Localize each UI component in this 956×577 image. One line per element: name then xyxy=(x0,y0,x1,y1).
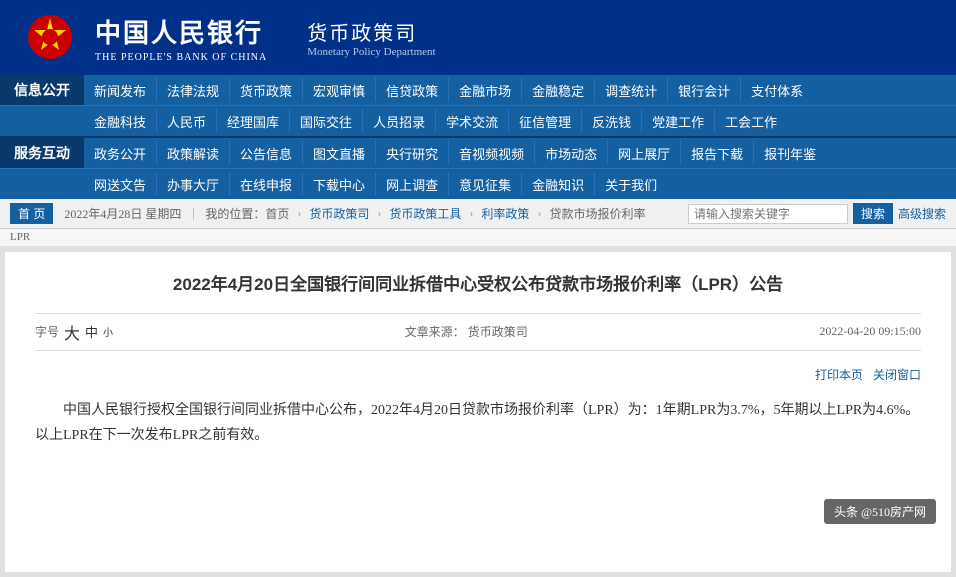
main-content: 2022年4月20日全国银行间同业拆借中心受权公布贷款市场报价利率（LPR）公告… xyxy=(5,252,951,572)
font-label: 字号 xyxy=(35,323,59,340)
nav-online-survey[interactable]: 网上调查 xyxy=(376,169,448,199)
nav-service-hall[interactable]: 办事大厅 xyxy=(157,169,229,199)
nav-fintech[interactable]: 金融科技 xyxy=(84,106,156,136)
nav-download-center[interactable]: 下载中心 xyxy=(303,169,375,199)
nav-fin-knowledge[interactable]: 金融知识 xyxy=(522,169,594,199)
nav-yearbook[interactable]: 报刊年鉴 xyxy=(754,138,826,168)
nav-credit-mgmt[interactable]: 征信管理 xyxy=(509,106,581,136)
nav-send-notice[interactable]: 网送文告 xyxy=(84,169,156,199)
source-label: 文章来源： xyxy=(405,325,465,339)
font-medium-btn[interactable]: 中 xyxy=(85,322,98,341)
lpr-label: LPR xyxy=(10,231,30,243)
nav-gov-open[interactable]: 政务公开 xyxy=(84,138,156,168)
pboc-emblem xyxy=(20,10,80,65)
nav-feedback[interactable]: 意见征集 xyxy=(449,169,521,199)
breadcrumb-left: 首 页 2022年4月28日 星期四 ｜ 我的位置：首页 › 货币政策司 › 货… xyxy=(10,203,645,224)
nav-online-hall[interactable]: 网上展厅 xyxy=(608,138,680,168)
article-title: 2022年4月20日全国银行间同业拆借中心受权公布贷款市场报价利率（LPR）公告 xyxy=(35,272,921,298)
nav-info-label: 信息公开 xyxy=(0,75,84,105)
search-input[interactable] xyxy=(688,204,848,224)
article-source: 文章来源： 货币政策司 xyxy=(405,323,528,340)
watermark: 头条 @510房产网 xyxy=(824,499,936,524)
breadcrumb-bar: 首 页 2022年4月28日 星期四 ｜ 我的位置：首页 › 货币政策司 › 货… xyxy=(0,199,956,229)
breadcrumb-rate-policy[interactable]: 利率政策 xyxy=(481,205,529,222)
dept-info: 货币政策司 Monetary Policy Department xyxy=(307,17,435,58)
nav-policy-interpret[interactable]: 政策解读 xyxy=(157,138,229,168)
logo-area: 中国人民银行 THE PEOPLE'S BANK OF CHINA xyxy=(20,10,267,65)
advanced-search-link[interactable]: 高级搜索 xyxy=(898,205,946,222)
nav-monetary[interactable]: 货币政策 xyxy=(230,75,302,105)
nav-party[interactable]: 党建工作 xyxy=(642,106,714,136)
nav-service-label: 服务互动 xyxy=(0,138,84,168)
nav-stability[interactable]: 金融稳定 xyxy=(522,75,594,105)
font-small-btn[interactable]: 小 xyxy=(103,324,113,339)
bank-name-chinese: 中国人民银行 xyxy=(95,13,267,50)
nav-rmb[interactable]: 人民币 xyxy=(157,106,216,136)
nav-union[interactable]: 工会工作 xyxy=(715,106,787,136)
breadcrumb-arrow1: › xyxy=(297,206,301,221)
lpr-breadcrumb: LPR xyxy=(0,229,956,247)
nav-service-outer: 服务互动 政务公开 政策解读 公告信息 图文直播 央行研究 音视频视频 市场动态… xyxy=(0,136,956,199)
print-link[interactable]: 打印本页 xyxy=(815,366,863,383)
nav-announcement[interactable]: 公告信息 xyxy=(230,138,302,168)
nav-news[interactable]: 新闻发布 xyxy=(84,75,156,105)
nav-video[interactable]: 音视频视频 xyxy=(449,138,534,168)
nav-law[interactable]: 法律法规 xyxy=(157,75,229,105)
nav-market-dynamic[interactable]: 市场动态 xyxy=(535,138,607,168)
nav-report-download[interactable]: 报告下载 xyxy=(681,138,753,168)
nav-recruit[interactable]: 人员招录 xyxy=(363,106,435,136)
nav-treasury[interactable]: 经理国库 xyxy=(217,106,289,136)
breadcrumb-dept[interactable]: 货币政策司 xyxy=(309,205,369,222)
font-size-controls: 字号 大 中 小 xyxy=(35,320,113,344)
nav-accounting[interactable]: 银行会计 xyxy=(668,75,740,105)
breadcrumb-arrow4: › xyxy=(537,206,541,221)
nav-aml[interactable]: 反洗钱 xyxy=(582,106,641,136)
breadcrumb-separator1: ｜ xyxy=(187,205,199,222)
logo-text: 中国人民银行 THE PEOPLE'S BANK OF CHINA xyxy=(95,13,267,63)
nav-macro[interactable]: 宏观审慎 xyxy=(303,75,375,105)
breadcrumb-arrow2: › xyxy=(377,206,381,221)
breadcrumb-date: 2022年4月28日 星期四 xyxy=(64,205,181,222)
nav-about[interactable]: 关于我们 xyxy=(595,169,667,199)
bank-name-english: THE PEOPLE'S BANK OF CHINA xyxy=(95,52,267,63)
breadcrumb-tools[interactable]: 货币政策工具 xyxy=(389,205,461,222)
search-button[interactable]: 搜索 xyxy=(853,203,893,224)
font-large-btn[interactable]: 大 xyxy=(64,320,80,344)
nav-academic[interactable]: 学术交流 xyxy=(436,106,508,136)
nav-credit[interactable]: 信贷政策 xyxy=(376,75,448,105)
nav-online-report[interactable]: 在线申报 xyxy=(230,169,302,199)
nav-research[interactable]: 央行研究 xyxy=(376,138,448,168)
nav-info-items: 新闻发布 法律法规 货币政策 宏观审慎 信贷政策 金融市场 金融稳定 调查统计 … xyxy=(84,75,956,105)
nav-payment[interactable]: 支付体系 xyxy=(741,75,813,105)
breadcrumb-lpr: 贷款市场报价利率 xyxy=(549,205,645,222)
breadcrumb-location: 我的位置：首页 xyxy=(205,205,289,222)
dept-name-chinese: 货币政策司 xyxy=(307,17,435,46)
dept-name-english: Monetary Policy Department xyxy=(307,46,435,58)
nav-service-items2: 网送文告 办事大厅 在线申报 下载中心 网上调查 意见征集 金融知识 关于我们 xyxy=(84,169,956,199)
article-actions: 打印本页 关闭窗口 xyxy=(35,361,921,388)
nav-survey[interactable]: 调查统计 xyxy=(595,75,667,105)
breadcrumb-right: 搜索 高级搜索 xyxy=(688,203,946,224)
source-value: 货币政策司 xyxy=(468,325,528,339)
article-body: 中国人民银行授权全国银行间同业拆借中心公布，2022年4月20日贷款市场报价利率… xyxy=(35,398,921,448)
home-button[interactable]: 首 页 xyxy=(10,203,53,224)
nav-international[interactable]: 国际交往 xyxy=(290,106,362,136)
breadcrumb-arrow3: › xyxy=(469,206,473,221)
article-date: 2022-04-20 09:15:00 xyxy=(819,324,921,339)
nav-market[interactable]: 金融市场 xyxy=(449,75,521,105)
nav-graphic-live[interactable]: 图文直播 xyxy=(303,138,375,168)
nav-info-items2: 金融科技 人民币 经理国库 国际交往 人员招录 学术交流 征信管理 反洗钱 党建… xyxy=(84,106,956,136)
nav-info-row: 信息公开 新闻发布 法律法规 货币政策 宏观审慎 信贷政策 金融市场 金融稳定 … xyxy=(0,75,956,136)
close-link[interactable]: 关闭窗口 xyxy=(873,366,921,383)
nav-service-items1: 政务公开 政策解读 公告信息 图文直播 央行研究 音视频视频 市场动态 网上展厅… xyxy=(84,138,956,168)
header: 中国人民银行 THE PEOPLE'S BANK OF CHINA 货币政策司 … xyxy=(0,0,956,75)
article-meta: 字号 大 中 小 文章来源： 货币政策司 2022-04-20 09:15:00 xyxy=(35,313,921,351)
